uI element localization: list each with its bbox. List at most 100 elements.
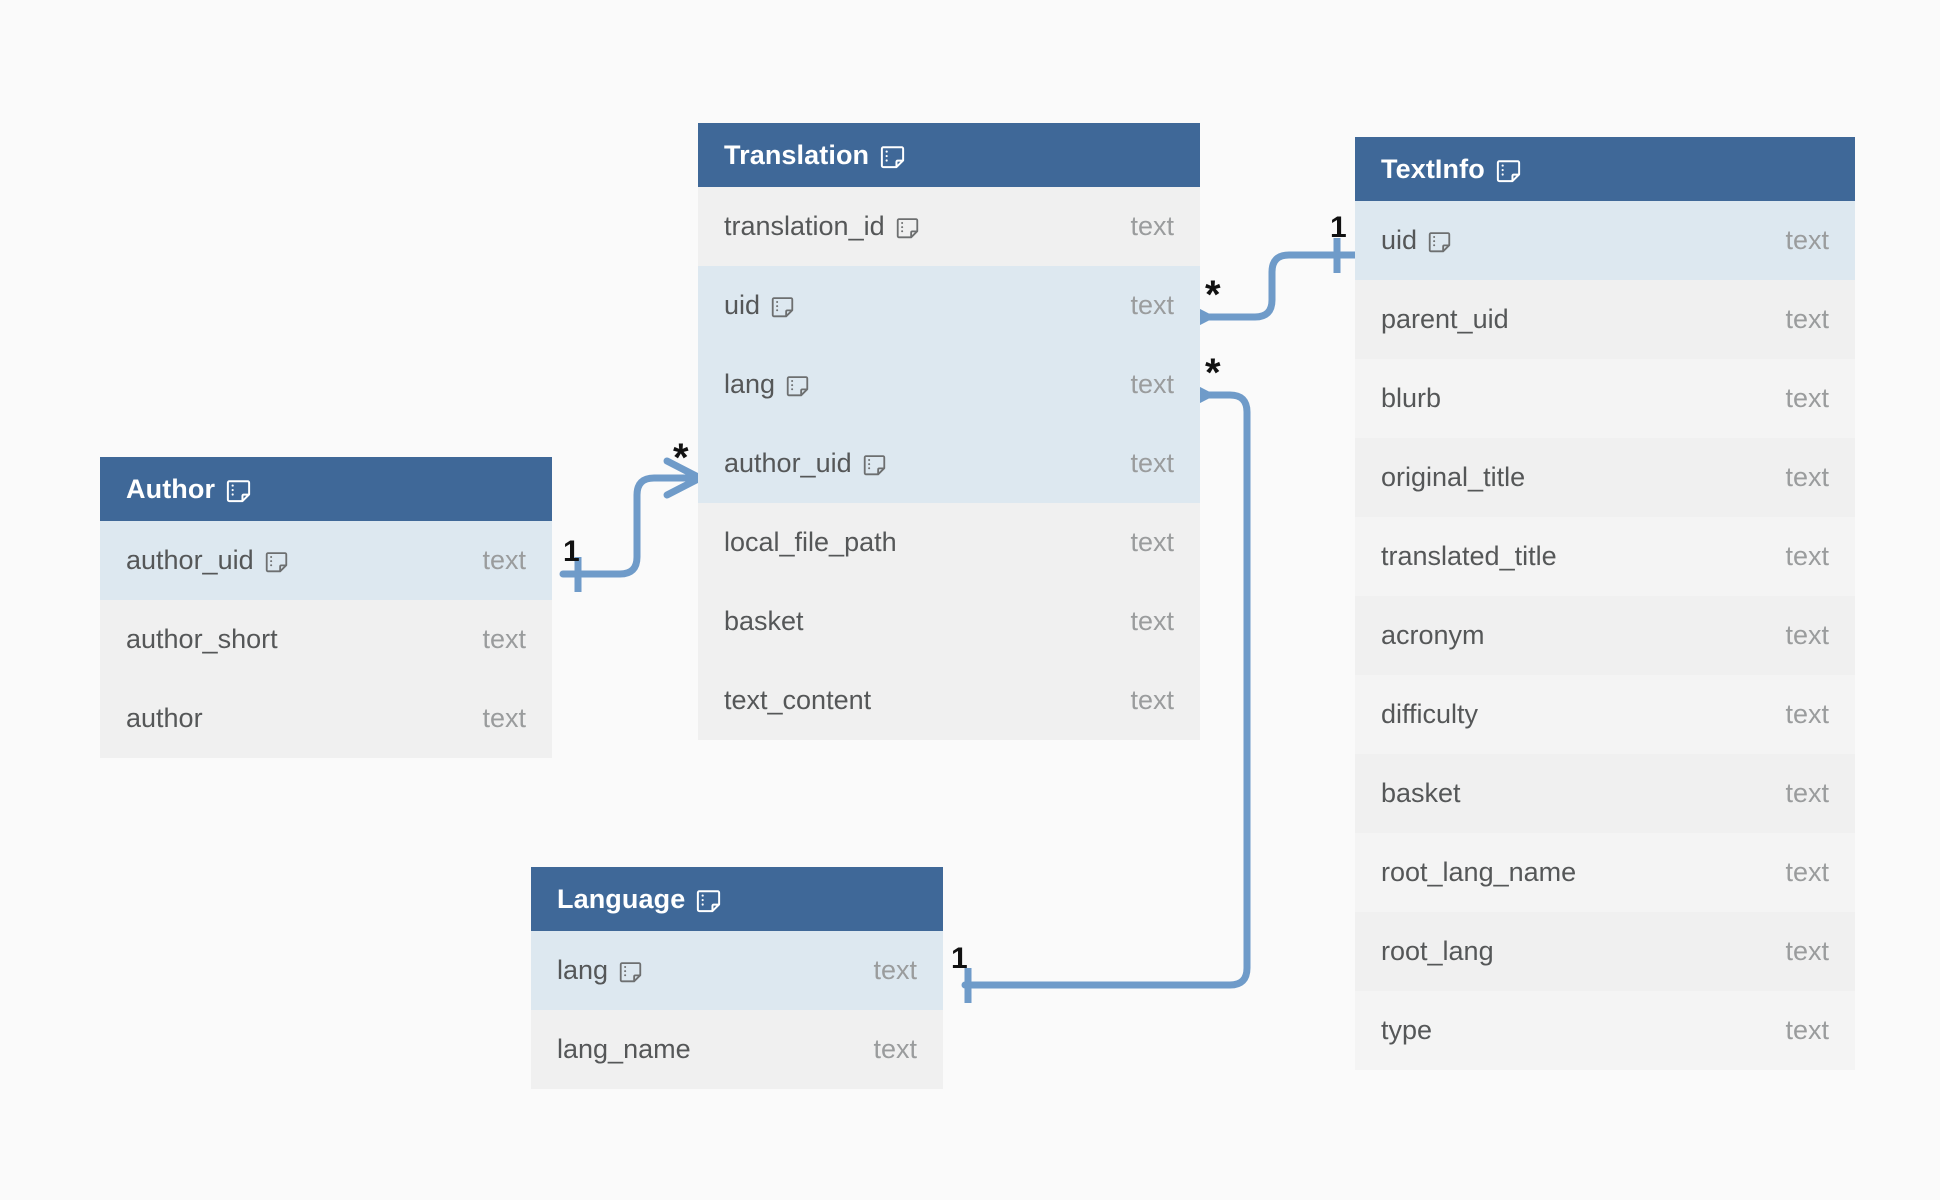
field-name: author_uid	[126, 545, 254, 575]
entity-table-translation[interactable]: Translation translation_id text uid text…	[698, 123, 1200, 740]
field-row[interactable]: basket text	[698, 582, 1200, 661]
field-row[interactable]: root_lang_name text	[1355, 833, 1855, 912]
field-name: uid	[724, 290, 761, 320]
field-row[interactable]: blurb text	[1355, 359, 1855, 438]
field-row[interactable]: difficulty text	[1355, 675, 1855, 754]
note-icon	[771, 296, 794, 319]
field-row[interactable]: translation_id text	[698, 187, 1200, 266]
field-name: author	[126, 703, 203, 733]
er-diagram-canvas: .lnk { fill:none; stroke:#6f9bc9; stroke…	[0, 0, 1940, 1200]
field-row[interactable]: text_content text	[698, 661, 1200, 740]
entity-header-translation[interactable]: Translation	[698, 123, 1200, 187]
field-type: text	[1130, 448, 1174, 478]
field-type: text	[1785, 541, 1829, 571]
note-icon	[1496, 159, 1521, 184]
entity-header-language[interactable]: Language	[531, 867, 943, 931]
field-name: root_lang	[1381, 936, 1494, 966]
field-type: text	[1130, 290, 1174, 320]
cardinality-label: 1	[951, 942, 968, 975]
field-type: text	[1785, 225, 1829, 255]
field-name: parent_uid	[1381, 304, 1509, 334]
field-name: original_title	[1381, 462, 1526, 492]
cardinality-label: *	[1205, 273, 1221, 317]
field-type: text	[482, 703, 526, 733]
field-row[interactable]: root_lang text	[1355, 912, 1855, 991]
field-row[interactable]: type text	[1355, 991, 1855, 1070]
field-type: text	[482, 545, 526, 575]
field-row[interactable]: lang_name text	[531, 1010, 943, 1089]
field-name: acronym	[1381, 620, 1485, 650]
field-type: text	[1785, 304, 1829, 334]
field-row[interactable]: author text	[100, 679, 552, 758]
field-row[interactable]: original_title text	[1355, 438, 1855, 517]
field-name: text_content	[724, 685, 872, 715]
entity-title: Author	[126, 473, 216, 504]
field-type: text	[1130, 606, 1174, 636]
link-translation-uid-textinfo-uid	[1171, 238, 1364, 338]
note-icon	[863, 454, 886, 477]
field-type: text	[1785, 462, 1829, 492]
field-name: lang	[724, 369, 776, 399]
entity-table-textinfo[interactable]: TextInfo uid text parent_uid text blurb …	[1355, 137, 1855, 1070]
field-name: lang	[557, 955, 609, 985]
field-name: author_uid	[724, 448, 852, 478]
cardinality-label: *	[673, 436, 689, 480]
field-type: text	[1130, 369, 1174, 399]
field-row[interactable]: lang text	[531, 931, 943, 1010]
field-type: text	[1785, 699, 1829, 729]
field-type: text	[1785, 620, 1829, 650]
note-icon	[696, 889, 721, 914]
entity-title: TextInfo	[1381, 153, 1485, 184]
entity-table-author[interactable]: Author author_uid text author_short text…	[100, 457, 552, 758]
field-row[interactable]: author_short text	[100, 600, 552, 679]
field-row[interactable]: acronym text	[1355, 596, 1855, 675]
field-name: difficulty	[1381, 699, 1479, 729]
cardinality-label: 1	[1330, 211, 1347, 244]
field-name: translated_title	[1381, 541, 1557, 571]
field-name: lang_name	[557, 1034, 691, 1064]
field-row[interactable]: parent_uid text	[1355, 280, 1855, 359]
link-author-uid-translation-author-uid	[559, 457, 704, 592]
field-type: text	[1130, 527, 1174, 557]
field-row[interactable]: uid text	[1355, 201, 1855, 280]
note-icon	[880, 145, 905, 170]
note-icon	[786, 375, 809, 398]
entity-header-author[interactable]: Author	[100, 457, 552, 521]
field-type: text	[1130, 211, 1174, 241]
note-icon	[226, 479, 251, 504]
field-type: text	[1785, 1015, 1829, 1045]
field-type: text	[873, 955, 917, 985]
field-name: blurb	[1381, 383, 1442, 413]
field-name: root_lang_name	[1381, 857, 1577, 887]
field-type: text	[1785, 778, 1829, 808]
note-icon	[619, 961, 642, 984]
field-row[interactable]: translated_title text	[1355, 517, 1855, 596]
field-name: uid	[1381, 225, 1418, 255]
cardinality-label: 1	[563, 535, 580, 568]
field-type: text	[873, 1034, 917, 1064]
entity-title: Language	[557, 883, 686, 914]
field-name: basket	[1381, 778, 1461, 808]
entity-header-textinfo[interactable]: TextInfo	[1355, 137, 1855, 201]
field-row[interactable]: author_uid text	[698, 424, 1200, 503]
note-icon	[1428, 231, 1451, 254]
field-row[interactable]: uid text	[698, 266, 1200, 345]
field-type: text	[1785, 936, 1829, 966]
cardinality-label: *	[1205, 351, 1221, 395]
field-row[interactable]: lang text	[698, 345, 1200, 424]
field-name: basket	[724, 606, 804, 636]
field-type: text	[1785, 857, 1829, 887]
entity-title: Translation	[724, 139, 870, 170]
field-type: text	[482, 624, 526, 654]
field-name: local_file_path	[724, 527, 897, 557]
note-icon	[896, 217, 919, 240]
note-icon	[265, 551, 288, 574]
field-row[interactable]: local_file_path text	[698, 503, 1200, 582]
field-row[interactable]: basket text	[1355, 754, 1855, 833]
field-row[interactable]: author_uid text	[100, 521, 552, 600]
field-name: translation_id	[724, 211, 885, 241]
field-type: text	[1130, 685, 1174, 715]
entity-table-language[interactable]: Language lang text lang_name text	[531, 867, 943, 1089]
field-name: author_short	[126, 624, 278, 654]
field-type: text	[1785, 383, 1829, 413]
